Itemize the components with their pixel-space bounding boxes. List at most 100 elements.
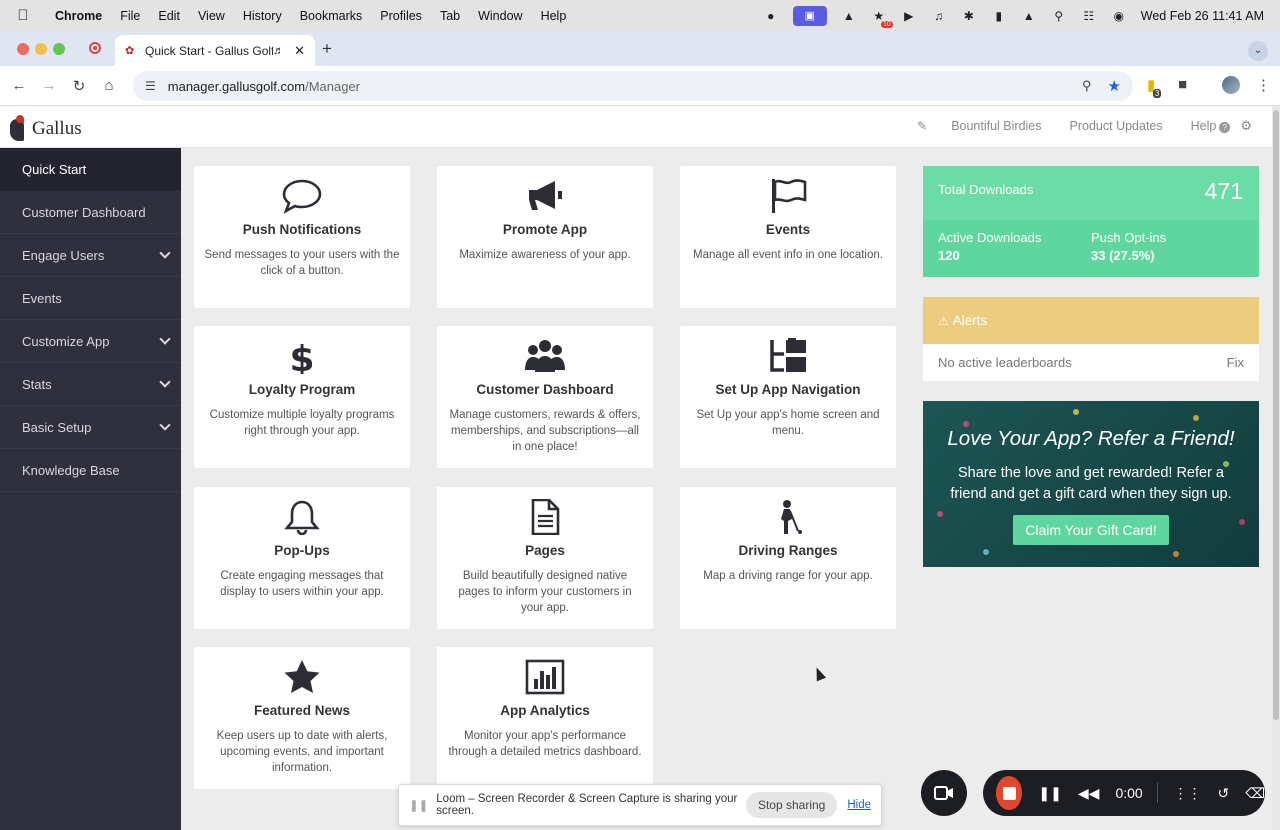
macos-menu-bar:  Chrome File Edit View History Bookmark… [0, 0, 1280, 31]
card-loyalty-program[interactable]: $ Loyalty Program Customize multiple loy… [194, 326, 410, 468]
search-icon[interactable]: ⚲ [1051, 9, 1067, 23]
card-description: Monitor your app's performance through a… [448, 730, 642, 758]
gear-icon[interactable]: ⚙ [1240, 118, 1252, 134]
tab-favicon-icon: ✿ [125, 44, 135, 57]
apple-icon[interactable]:  [0, 7, 46, 24]
sidebar-item-label: Stats [22, 376, 52, 392]
help-link[interactable]: Help? [1191, 119, 1231, 133]
hide-link[interactable]: Hide [847, 799, 871, 811]
menu-chrome[interactable]: Chrome [46, 9, 111, 23]
grid-icon[interactable]: ⋮⋮ [1173, 785, 1201, 802]
sidebar-item-knowledge-base[interactable]: Knowledge Base [0, 449, 181, 492]
microphone-icon[interactable]: ● [763, 9, 779, 23]
card-push-notifications[interactable]: Push Notifications Send messages to your… [194, 166, 410, 308]
dollar-icon: $ [194, 326, 410, 374]
card-pages[interactable]: Pages Build beautifully designed native … [437, 487, 653, 629]
tab-audio-icon[interactable]: ♬ [273, 45, 284, 57]
profile-avatar[interactable] [1222, 76, 1240, 94]
app-a-icon[interactable]: ▲ [841, 9, 857, 23]
sidebar-item-customize-app[interactable]: Customize App [0, 320, 181, 363]
status-tray: ● ▣ ▲ ★ ▶ ♫ ✱ ▮ ▲ ⚲ ☷ ◉ Wed Feb 26 11:41… [763, 5, 1280, 28]
site-settings-icon[interactable]: ☰ [145, 79, 156, 93]
browser-tab-active[interactable]: ✿ Quick Start - Gallus Golf ♬ ✕ [115, 35, 315, 66]
pencil-icon[interactable]: ✎ [917, 119, 927, 133]
menu-view[interactable]: View [189, 9, 234, 23]
clock[interactable]: Wed Feb 26 11:41 AM [1141, 9, 1264, 23]
card-title: Set Up App Navigation [715, 382, 861, 397]
card-featured-news[interactable]: Featured News Keep users up to date with… [194, 647, 410, 789]
menu-history[interactable]: History [234, 9, 291, 23]
card-promote-app[interactable]: Promote App Maximize awareness of your a… [437, 166, 653, 308]
trash-icon[interactable]: ⌫ [1245, 785, 1265, 802]
gallus-logo[interactable]: Gallus [8, 115, 82, 143]
play-circle-icon[interactable]: ▶ [901, 9, 917, 23]
tab-search-chevron-icon[interactable]: ⌄ [1248, 41, 1268, 61]
card-driving-ranges[interactable]: Driving Ranges Map a driving range for y… [680, 487, 896, 629]
menu-profiles[interactable]: Profiles [371, 9, 431, 23]
stop-recording-button[interactable] [996, 776, 1023, 810]
rewind-icon[interactable]: ◀◀ [1078, 785, 1100, 802]
megaphone-icon [437, 166, 653, 214]
battery-icon[interactable]: ▮ [991, 9, 1007, 23]
volume-icon[interactable]: ♫ [931, 9, 947, 23]
header-links: ✎ Bountiful Birdies Product Updates Help… [917, 118, 1252, 134]
minimize-window-icon[interactable] [35, 43, 47, 55]
sidebar-item-quick-start[interactable]: Quick Start [0, 148, 181, 191]
menu-window[interactable]: Window [469, 9, 531, 23]
bookmark-star-icon[interactable]: ★ [1108, 77, 1121, 95]
restart-icon[interactable]: ↺ [1217, 785, 1229, 802]
zoom-window-icon[interactable] [53, 43, 65, 55]
card-events[interactable]: Events Manage all event info in one loca… [680, 166, 896, 308]
screen-mirroring-icon[interactable]: ▣ [792, 5, 827, 26]
url-path: /Manager [305, 78, 360, 94]
new-tab-icon[interactable]: + [322, 39, 332, 59]
fix-link[interactable]: Fix [1227, 355, 1244, 370]
card-title: Events [765, 222, 811, 237]
menu-help[interactable]: Help [532, 9, 576, 23]
bountiful-birdies-link[interactable]: Bountiful Birdies [951, 119, 1041, 133]
address-bar[interactable]: ☰ manager.gallusgolf.com/Manager ⚲ ★ [133, 71, 1133, 101]
drag-handle-icon[interactable]: ❚❚ [409, 798, 428, 812]
product-updates-link[interactable]: Product Updates [1070, 119, 1163, 133]
sidebar-item-customer-dashboard[interactable]: Customer Dashboard [0, 191, 181, 234]
sidebar-item-events[interactable]: Events [0, 277, 181, 320]
notification-badge-icon[interactable]: ★ [871, 9, 893, 28]
menu-edit[interactable]: Edit [149, 9, 189, 23]
control-center-icon[interactable]: ☷ [1081, 9, 1097, 23]
back-icon[interactable]: ← [4, 77, 34, 94]
chevron-down-icon [159, 247, 171, 259]
tab-close-icon[interactable]: ✕ [294, 43, 305, 59]
pause-icon[interactable]: ❚❚ [1038, 785, 1061, 802]
forward-icon[interactable]: → [34, 77, 64, 94]
claim-gift-card-button[interactable]: Claim Your Gift Card! [1013, 515, 1169, 545]
menu-tab[interactable]: Tab [431, 9, 469, 23]
menu-file[interactable]: File [111, 9, 149, 23]
tab-title: Quick Start - Gallus Golf [145, 43, 274, 58]
extensions-puzzle-icon[interactable]: ■ [1178, 76, 1187, 93]
card-pop-ups[interactable]: Pop-Ups Create engaging messages that di… [194, 487, 410, 629]
card-customer-dashboard[interactable]: Customer Dashboard Manage customers, rew… [437, 326, 653, 468]
downloads-breakdown: Active Downloads 120 Push Opt-ins 33 (27… [923, 220, 1259, 263]
extension-folder-icon[interactable]: ▮ [1147, 76, 1162, 98]
close-window-icon[interactable] [17, 43, 29, 55]
page-scrollbar[interactable] [1272, 106, 1280, 830]
alerts-panel: ⚠ Alerts No active leaderboards Fix [923, 297, 1259, 381]
siri-icon[interactable]: ◉ [1111, 9, 1127, 23]
loom-camera-button[interactable] [921, 770, 967, 816]
browser-menu-icon[interactable]: ⋮ [1256, 76, 1271, 94]
bluetooth-icon[interactable]: ✱ [961, 9, 977, 23]
zoom-icon[interactable]: ⚲ [1082, 78, 1092, 94]
menu-bookmarks[interactable]: Bookmarks [291, 9, 372, 23]
alert-message: No active leaderboards [938, 355, 1072, 370]
sidebar-item-stats[interactable]: Stats [0, 363, 181, 406]
wifi-icon[interactable]: ▲ [1021, 9, 1037, 23]
stop-sharing-button[interactable]: Stop sharing [745, 792, 838, 818]
sidebar-item-label: Customer Dashboard [22, 204, 146, 220]
card-app-analytics[interactable]: App Analytics Monitor your app's perform… [437, 647, 653, 789]
card-set-up-app-navigation[interactable]: Set Up App Navigation Set Up your app's … [680, 326, 896, 468]
home-icon[interactable]: ⌂ [94, 77, 124, 94]
sidebar-item-engage-users[interactable]: Engage Users [0, 234, 181, 277]
sidebar-item-basic-setup[interactable]: Basic Setup [0, 406, 181, 449]
reload-icon[interactable]: ↻ [64, 77, 94, 95]
golfer-icon [680, 487, 896, 535]
